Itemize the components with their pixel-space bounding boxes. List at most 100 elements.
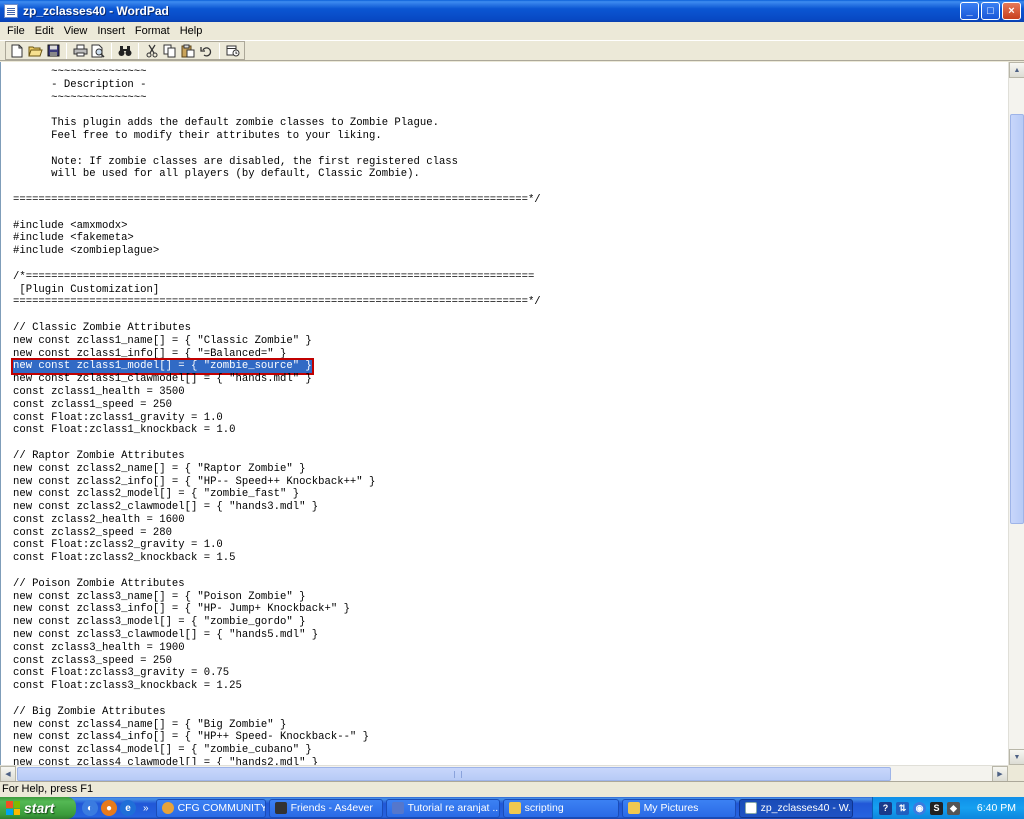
document-line[interactable] [13, 143, 541, 156]
date-time-icon[interactable] [224, 42, 242, 59]
task-scripting[interactable]: scripting [502, 798, 619, 818]
document-line[interactable]: const Float:zclass2_gravity = 1.0 [13, 539, 541, 552]
document-line[interactable]: new const zclass4_clawmodel[] = { "hands… [13, 757, 541, 765]
document-line[interactable]: const zclass3_health = 1900 [13, 642, 541, 655]
selected-text[interactable]: new const zclass1_model[] = { "zombie_so… [11, 358, 314, 376]
document-line[interactable]: const zclass2_health = 1600 [13, 514, 541, 527]
volume-icon[interactable]: ◉ [913, 801, 926, 815]
document-line[interactable]: const Float:zclass1_gravity = 1.0 [13, 412, 541, 425]
task-tutorial[interactable]: Tutorial re aranjat ... [385, 798, 500, 818]
document-line[interactable]: Note: If zombie classes are disabled, th… [13, 156, 541, 169]
document-line[interactable]: const zclass1_health = 3500 [13, 386, 541, 399]
document-line[interactable]: Feel free to modify their attributes to … [13, 130, 541, 143]
document-line[interactable]: new const zclass2_name[] = { "Raptor Zom… [13, 463, 541, 476]
document-line[interactable] [13, 207, 541, 220]
document-line[interactable]: // Classic Zombie Attributes [13, 322, 541, 335]
document-line[interactable]: new const zclass1_name[] = { "Classic Zo… [13, 335, 541, 348]
document-line[interactable]: const zclass3_speed = 250 [13, 655, 541, 668]
firefox-icon[interactable]: ● [101, 800, 117, 816]
document-line[interactable]: new const zclass4_name[] = { "Big Zombie… [13, 719, 541, 732]
minimize-button[interactable]: _ [960, 2, 979, 20]
document-line[interactable]: const Float:zclass3_gravity = 0.75 [13, 667, 541, 680]
scroll-up-arrow-icon[interactable]: ▲ [1009, 62, 1024, 78]
document-line[interactable] [13, 104, 541, 117]
task-friends[interactable]: Friends - As4ever [268, 798, 383, 818]
document-line[interactable] [13, 309, 541, 322]
document-line[interactable]: // Poison Zombie Attributes [13, 578, 541, 591]
paste-icon[interactable] [179, 42, 197, 59]
scroll-right-arrow-icon[interactable]: ▶ [992, 766, 1008, 782]
document-line[interactable]: new const zclass3_model[] = { "zombie_go… [13, 616, 541, 629]
vertical-scrollbar[interactable]: ▲ ▼ [1008, 62, 1024, 765]
document-line[interactable]: new const zclass1_model[] = { "zombie_so… [11, 358, 541, 376]
document-line[interactable]: new const zclass2_clawmodel[] = { "hands… [13, 501, 541, 514]
internet-explorer-icon[interactable]: e [120, 800, 136, 816]
undo-icon[interactable] [197, 42, 215, 59]
network-icon[interactable]: ⇅ [896, 801, 909, 815]
document-line[interactable]: #include <fakemeta> [13, 232, 541, 245]
document-line[interactable]: ========================================… [13, 194, 541, 207]
document-line[interactable]: const zclass1_speed = 250 [13, 399, 541, 412]
task-cfg-community[interactable]: CFG COMMUNITY ... [155, 798, 266, 818]
new-document-icon[interactable] [8, 42, 26, 59]
find-binoculars-icon[interactable] [116, 42, 134, 59]
show-desktop-icon[interactable]: ◐ [82, 800, 98, 816]
task-my-pictures[interactable]: My Pictures [621, 798, 736, 818]
document-line[interactable]: #include <zombieplague> [13, 245, 541, 258]
document-editor[interactable]: ~~~~~~~~~~~~~~~ - Description - ~~~~~~~~… [0, 62, 1008, 765]
document-line[interactable]: new const zclass3_clawmodel[] = { "hands… [13, 629, 541, 642]
document-line[interactable]: ========================================… [13, 296, 541, 309]
copy-icon[interactable] [161, 42, 179, 59]
quick-launch-more[interactable]: » [143, 803, 149, 814]
document-line[interactable] [13, 565, 541, 578]
document-line[interactable]: ~~~~~~~~~~~~~~~ [13, 92, 541, 105]
document-line[interactable]: #include <amxmodx> [13, 220, 541, 233]
document-line[interactable]: new const zclass1_clawmodel[] = { "hands… [13, 373, 541, 386]
document-line[interactable]: const Float:zclass1_knockback = 1.0 [13, 424, 541, 437]
menu-edit[interactable]: Edit [30, 25, 59, 37]
document-line[interactable]: [Plugin Customization] [13, 284, 541, 297]
document-line[interactable]: new const zclass3_info[] = { "HP- Jump+ … [13, 603, 541, 616]
document-text[interactable]: ~~~~~~~~~~~~~~~ - Description - ~~~~~~~~… [11, 66, 541, 765]
start-button[interactable]: start [0, 797, 76, 819]
menu-format[interactable]: Format [130, 25, 175, 37]
open-folder-icon[interactable] [26, 42, 44, 59]
maximize-button[interactable]: □ [981, 2, 1000, 20]
document-line[interactable]: new const zclass1_info[] = { "=Balanced=… [13, 348, 541, 361]
document-line[interactable]: new const zclass3_name[] = { "Poison Zom… [13, 591, 541, 604]
print-preview-icon[interactable] [89, 42, 107, 59]
document-line[interactable]: // Raptor Zombie Attributes [13, 450, 541, 463]
cut-scissors-icon[interactable] [143, 42, 161, 59]
document-line[interactable]: new const zclass2_info[] = { "HP-- Speed… [13, 476, 541, 489]
document-line[interactable]: will be used for all players (by default… [13, 168, 541, 181]
menu-insert[interactable]: Insert [92, 25, 130, 37]
horizontal-scrollbar[interactable]: ◀ ▶ [0, 765, 1008, 782]
document-line[interactable]: This plugin adds the default zombie clas… [13, 117, 541, 130]
document-line[interactable]: const zclass2_speed = 280 [13, 527, 541, 540]
scroll-down-arrow-icon[interactable]: ▼ [1009, 749, 1024, 765]
menu-help[interactable]: Help [175, 25, 208, 37]
steam-tray-icon[interactable]: S [930, 801, 943, 815]
document-line[interactable]: ~~~~~~~~~~~~~~~ [13, 66, 541, 79]
document-line[interactable]: new const zclass2_model[] = { "zombie_fa… [13, 488, 541, 501]
close-button[interactable]: × [1002, 2, 1021, 20]
menu-view[interactable]: View [59, 25, 93, 37]
title-bar[interactable]: zp_zclasses40 - WordPad _ □ × [0, 0, 1024, 22]
document-line[interactable]: new const zclass4_info[] = { "HP++ Speed… [13, 731, 541, 744]
scroll-left-arrow-icon[interactable]: ◀ [0, 766, 16, 782]
document-line[interactable]: // Big Zombie Attributes [13, 706, 541, 719]
save-disk-icon[interactable] [44, 42, 62, 59]
help-icon[interactable]: ? [879, 801, 892, 815]
print-icon[interactable] [71, 42, 89, 59]
document-line[interactable] [13, 693, 541, 706]
document-line[interactable]: - Description - [13, 79, 541, 92]
menu-file[interactable]: File [2, 25, 30, 37]
document-line[interactable]: /*======================================… [13, 271, 541, 284]
document-line[interactable] [13, 437, 541, 450]
document-line[interactable] [13, 258, 541, 271]
security-icon[interactable]: ◆ [947, 801, 960, 815]
document-line[interactable] [13, 181, 541, 194]
document-line[interactable]: const Float:zclass3_knockback = 1.25 [13, 680, 541, 693]
task-wordpad[interactable]: zp_zclasses40 - W... [738, 798, 853, 818]
document-line[interactable]: const Float:zclass2_knockback = 1.5 [13, 552, 541, 565]
